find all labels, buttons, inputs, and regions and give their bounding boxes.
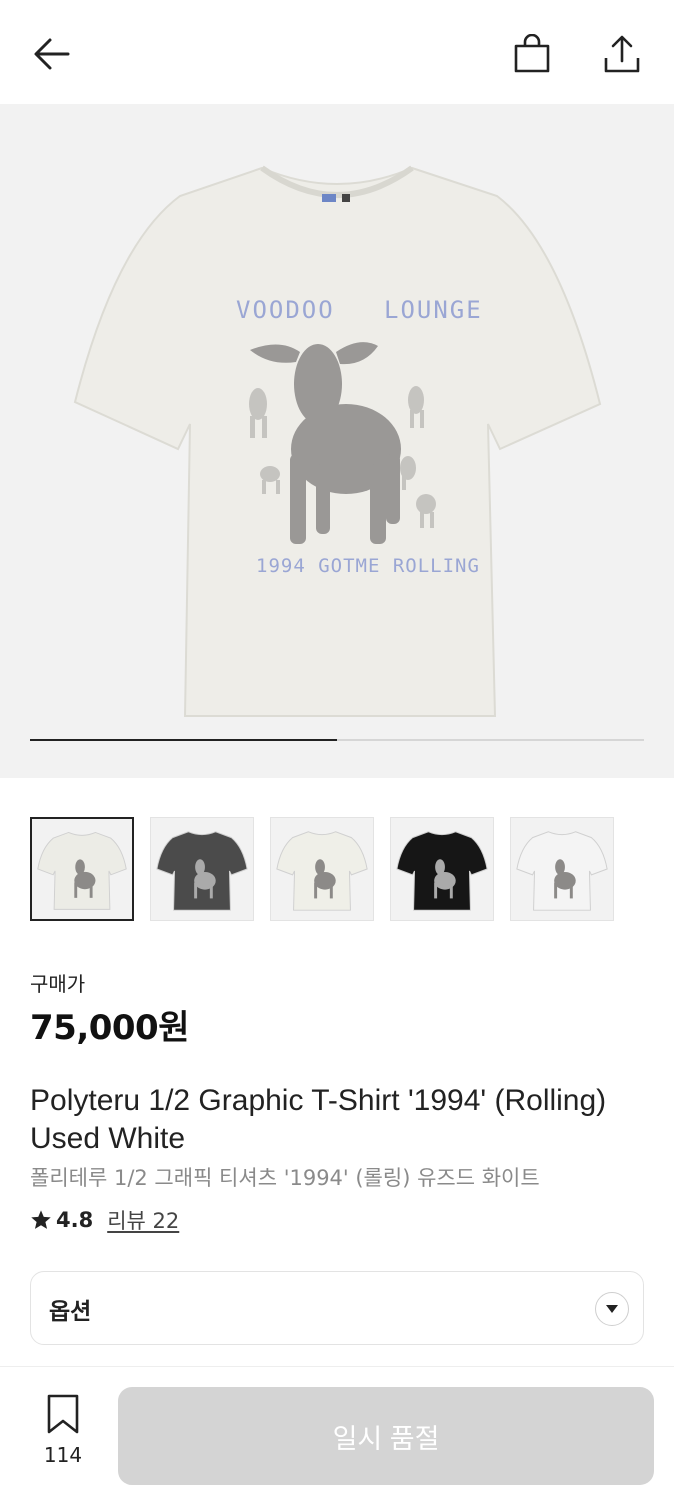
gallery-progress-indicator	[30, 739, 337, 741]
rating-row: 4.8 리뷰 22	[30, 1205, 179, 1235]
thumb-ivory[interactable]	[270, 817, 374, 921]
star-icon	[31, 1210, 51, 1229]
thumbnail-image	[37, 831, 127, 910]
bookmark-icon	[47, 1394, 79, 1434]
back-arrow-icon	[34, 38, 70, 70]
product-price: 75,000원	[30, 1008, 189, 1048]
thumbnail-image	[156, 831, 248, 911]
sold-out-button[interactable]: 일시 품절	[118, 1387, 654, 1485]
print-text-left: VOODOO	[236, 296, 335, 324]
gallery-progress-track	[30, 739, 644, 741]
wishlist-count: 114	[43, 1443, 83, 1467]
review-link[interactable]: 리뷰 22	[107, 1205, 179, 1235]
back-button[interactable]	[26, 28, 78, 80]
thumb-black[interactable]	[390, 817, 494, 921]
cart-button[interactable]	[506, 28, 558, 80]
print-text-right: LOUNGE	[384, 296, 483, 324]
thumb-white[interactable]	[510, 817, 614, 921]
print-text-bottom: 1994 GOTME ROLLING	[256, 555, 480, 577]
option-label: 옵션	[49, 1299, 92, 1325]
thumbnail-strip	[30, 817, 630, 921]
product-title-korean: 폴리테루 1/2 그래픽 티셔츠 '1994' (롤링) 유즈드 화이트	[30, 1166, 540, 1190]
chevron-down-icon	[595, 1292, 629, 1326]
product-image-gallery[interactable]: VOODOO LOUNGE 1994 GOTME ROLLING	[0, 104, 674, 778]
share-button[interactable]	[596, 28, 648, 80]
bottom-action-bar: 114 일시 품절	[0, 1366, 674, 1500]
thumbnail-image	[516, 831, 608, 911]
thumb-used-white[interactable]	[30, 817, 134, 921]
thumbnail-image	[276, 831, 368, 911]
product-image: VOODOO LOUNGE 1994 GOTME ROLLING	[73, 165, 602, 717]
rating-value: 4.8	[56, 1208, 94, 1232]
option-select[interactable]: 옵션	[30, 1271, 644, 1345]
thumb-charcoal[interactable]	[150, 817, 254, 921]
share-icon	[604, 35, 640, 73]
product-title: Polyteru 1/2 Graphic T-Shirt '1994' (Rol…	[30, 1084, 607, 1155]
price-label: 구매가	[30, 972, 86, 996]
thumbnail-image	[396, 831, 488, 911]
top-app-bar	[0, 0, 674, 104]
shopping-bag-icon	[514, 34, 550, 73]
wishlist-button[interactable]: 114	[28, 1393, 98, 1473]
